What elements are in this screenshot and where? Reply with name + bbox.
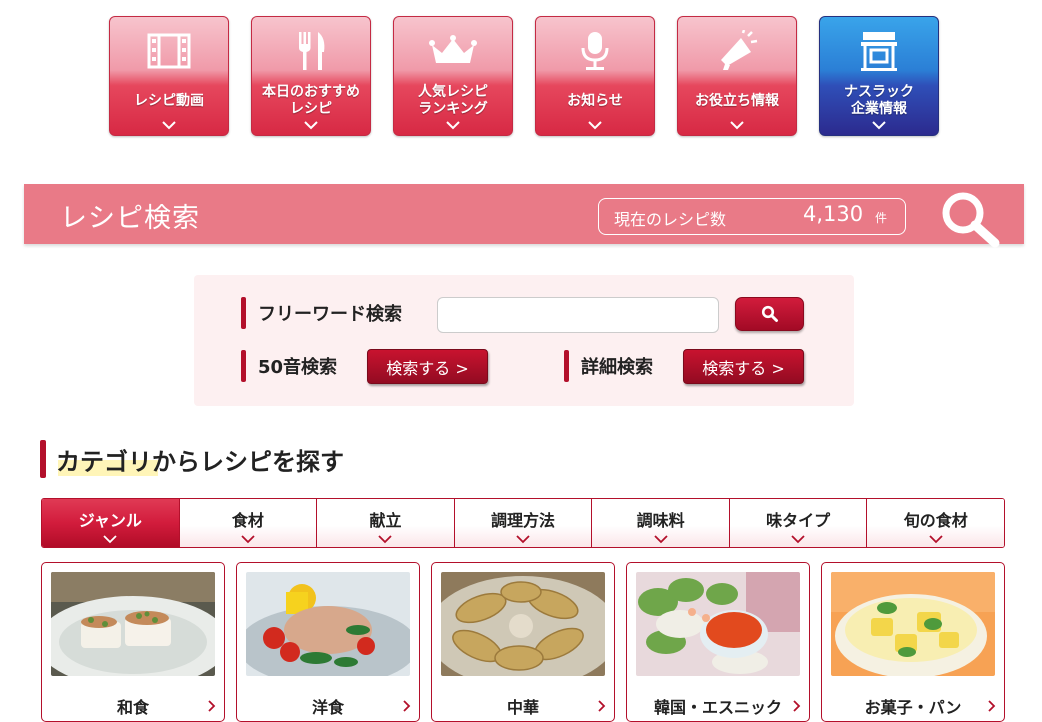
film-icon bbox=[110, 27, 228, 75]
chevron-down-icon bbox=[730, 535, 867, 544]
nav-useful-info[interactable]: お役立ち情報 bbox=[677, 16, 797, 136]
nav-news[interactable]: お知らせ bbox=[535, 16, 655, 136]
chevron-down-icon bbox=[42, 535, 179, 544]
detail-search-label: 詳細検索 bbox=[581, 357, 653, 378]
category-title: カテゴリからレシピを探す bbox=[56, 448, 344, 476]
building-icon bbox=[820, 27, 938, 75]
genre-card-sweets-bread[interactable]: お菓子・パン bbox=[821, 562, 1005, 722]
card-label: お菓子・パン bbox=[864, 698, 962, 717]
top-navigation: レシピ動画 本日のおすすめ レシピ 人気レシピ ランキング お知らせ お役立ち情… bbox=[109, 16, 939, 136]
tab-seasoning[interactable]: 調味料 bbox=[592, 499, 730, 547]
tab-genre[interactable]: ジャンル bbox=[42, 499, 180, 547]
washoku-food-photo bbox=[51, 572, 215, 676]
crown-icon bbox=[394, 27, 512, 75]
tab-cooking-method[interactable]: 調理方法 bbox=[454, 499, 593, 547]
card-label: 和食 bbox=[116, 698, 149, 717]
recipe-search-band: レシピ検索 現在のレシピ数 4,130 件 bbox=[24, 184, 1024, 248]
nav-label: お役立ち情報 bbox=[695, 92, 779, 109]
tab-ingredients[interactable]: 食材 bbox=[179, 499, 318, 547]
genre-card-korean-ethnic[interactable]: 韓国・エスニック bbox=[626, 562, 810, 722]
tab-label: 旬の食材 bbox=[903, 511, 968, 530]
tab-label: 調味料 bbox=[636, 511, 685, 530]
heading-accent-bar bbox=[40, 440, 46, 478]
nav-label: レシピ動画 bbox=[134, 92, 204, 109]
chevron-down-icon bbox=[252, 120, 370, 132]
genre-card-washoku[interactable]: 和食 bbox=[41, 562, 225, 722]
kana-search-button[interactable]: 検索する > bbox=[367, 349, 488, 384]
nav-label: 人気レシピ ランキング bbox=[418, 84, 488, 117]
chevron-down-icon bbox=[110, 120, 228, 132]
tab-taste-type[interactable]: 味タイプ bbox=[729, 499, 868, 547]
chevron-down-icon bbox=[180, 535, 317, 544]
chevron-right-icon bbox=[208, 697, 216, 716]
tab-label: 献立 bbox=[369, 511, 402, 530]
label-accent-bar bbox=[241, 350, 246, 382]
label-accent-bar bbox=[564, 350, 569, 382]
tab-menu[interactable]: 献立 bbox=[317, 499, 455, 547]
nav-recipe-video[interactable]: レシピ動画 bbox=[109, 16, 229, 136]
nav-popular-ranking[interactable]: 人気レシピ ランキング bbox=[393, 16, 513, 136]
tab-label: 調理方法 bbox=[491, 511, 556, 530]
chevron-right-icon bbox=[793, 697, 801, 716]
chevron-down-icon bbox=[678, 120, 796, 132]
sweets-bread-food-photo bbox=[831, 572, 995, 676]
chevron-down-icon bbox=[867, 535, 1004, 544]
search-panel: フリーワード検索 50音検索 検索する > 詳細検索 検索する > bbox=[194, 275, 854, 406]
genre-card-chuka[interactable]: 中華 bbox=[431, 562, 615, 722]
detail-search-button[interactable]: 検索する > bbox=[683, 349, 804, 384]
genre-card-yoshoku[interactable]: 洋食 bbox=[236, 562, 420, 722]
chevron-down-icon bbox=[820, 120, 938, 132]
label-accent-bar bbox=[241, 297, 246, 329]
card-label: 洋食 bbox=[311, 698, 344, 717]
recipe-count-box: 現在のレシピ数 4,130 件 bbox=[598, 198, 906, 235]
tab-label: 食材 bbox=[231, 511, 264, 530]
kana-search-label: 50音検索 bbox=[258, 357, 338, 378]
chevron-down-icon bbox=[592, 535, 729, 544]
nav-label: ナスラック 企業情報 bbox=[844, 84, 914, 117]
category-tabs: ジャンル 食材 献立 調理方法 調味料 味タイプ 旬の食材 bbox=[41, 498, 1005, 548]
recipe-count-unit: 件 bbox=[875, 211, 888, 225]
megaphone-icon bbox=[678, 27, 796, 75]
search-icon[interactable] bbox=[938, 188, 1004, 248]
card-label: 中華 bbox=[506, 698, 539, 717]
chevron-down-icon bbox=[317, 535, 454, 544]
search-icon bbox=[761, 305, 778, 322]
korean-ethnic-food-photo bbox=[636, 572, 800, 676]
chevron-down-icon bbox=[455, 535, 592, 544]
yoshoku-food-photo bbox=[246, 572, 410, 676]
tab-seasonal-ingredients[interactable]: 旬の食材 bbox=[867, 499, 1004, 547]
freeword-search-button[interactable] bbox=[735, 297, 804, 331]
recipe-count-value: 4,130 bbox=[803, 202, 864, 226]
fork-knife-icon bbox=[252, 27, 370, 75]
freeword-search-input[interactable] bbox=[437, 297, 719, 333]
chevron-down-icon bbox=[536, 120, 654, 132]
nav-company-info[interactable]: ナスラック 企業情報 bbox=[819, 16, 939, 136]
freeword-label: フリーワード検索 bbox=[258, 304, 402, 325]
chevron-right-icon bbox=[598, 697, 606, 716]
tab-label: 味タイプ bbox=[766, 511, 831, 530]
microphone-icon bbox=[536, 27, 654, 75]
nav-todays-recommend[interactable]: 本日のおすすめ レシピ bbox=[251, 16, 371, 136]
recipe-count-label: 現在のレシピ数 bbox=[614, 210, 727, 229]
chevron-right-icon bbox=[403, 697, 411, 716]
card-label: 韓国・エスニック bbox=[653, 698, 782, 717]
page-title: レシピ検索 bbox=[60, 203, 200, 234]
tab-label: ジャンル bbox=[78, 511, 142, 530]
nav-label: 本日のおすすめ レシピ bbox=[262, 84, 360, 117]
chuka-food-photo bbox=[441, 572, 605, 676]
chevron-down-icon bbox=[394, 120, 512, 132]
nav-label: お知らせ bbox=[567, 92, 623, 109]
chevron-right-icon bbox=[988, 697, 996, 716]
